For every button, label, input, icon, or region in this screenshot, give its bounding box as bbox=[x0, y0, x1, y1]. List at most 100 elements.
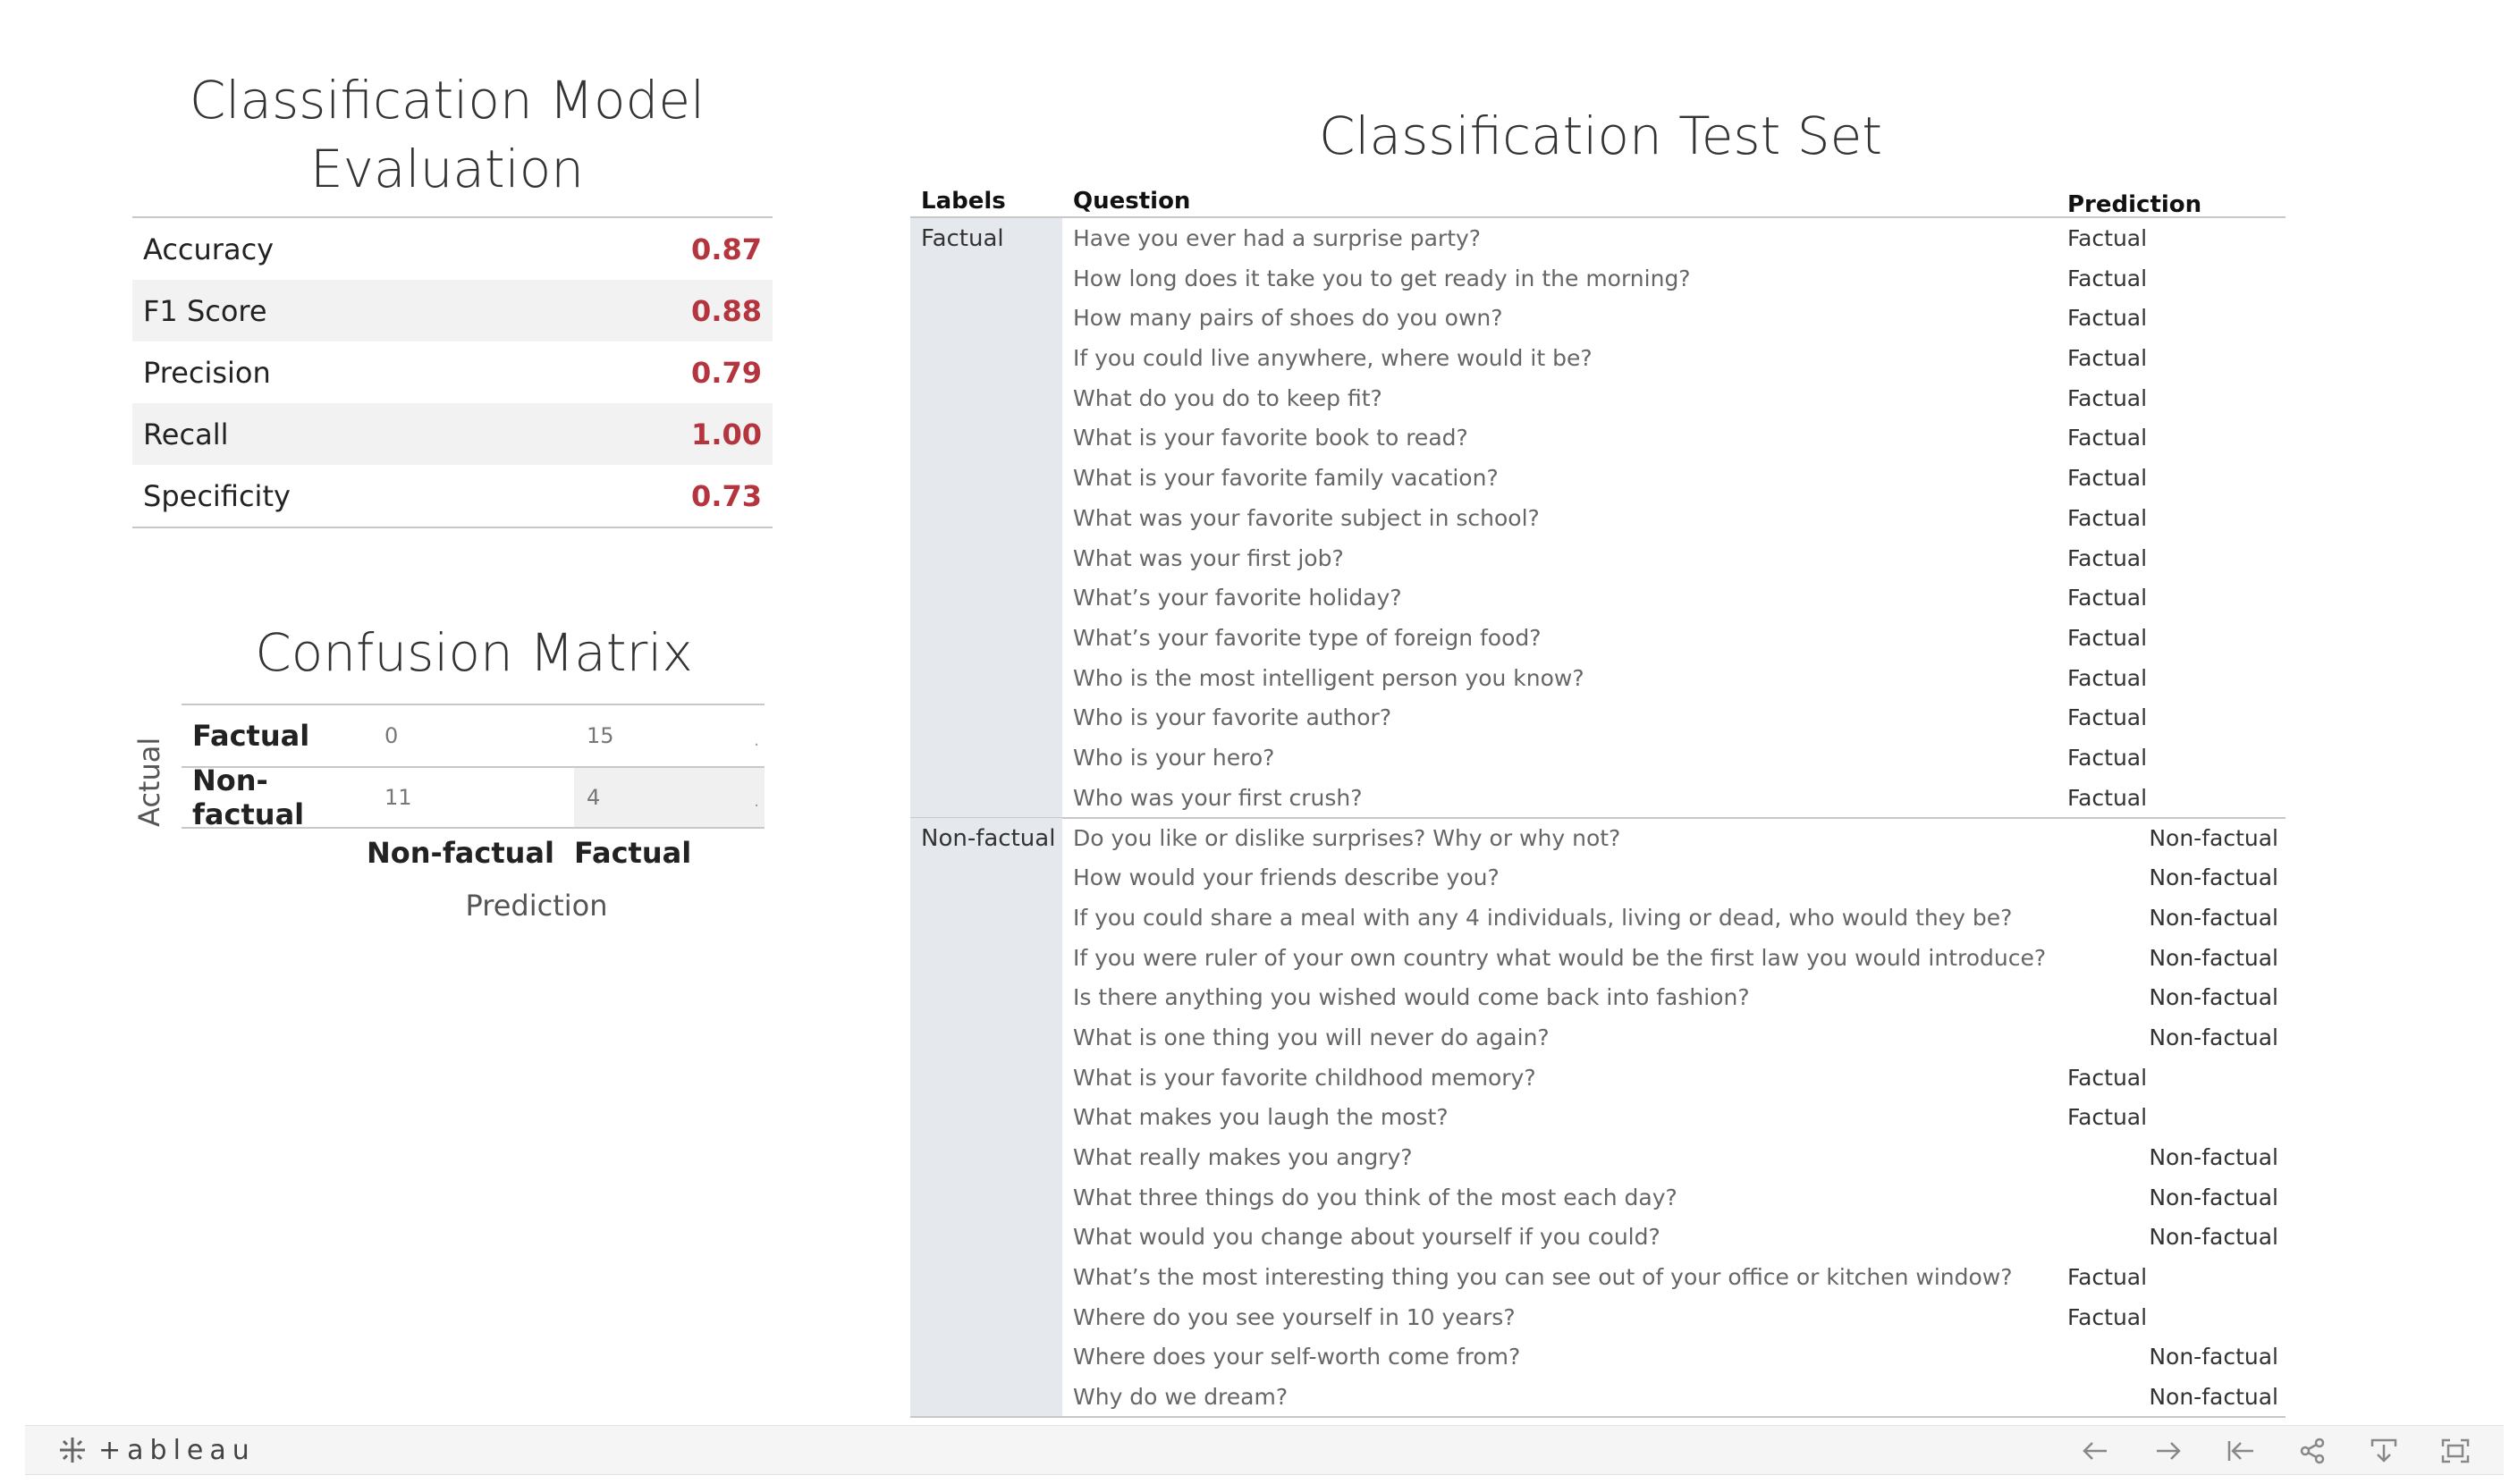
question-text: What’s the most interesting thing you ca… bbox=[1073, 1264, 2013, 1291]
question-text: What is your favorite family vacation? bbox=[1073, 465, 1499, 492]
table-row[interactable]: What is one thing you will never do agai… bbox=[910, 1017, 2286, 1058]
confusion-matrix-cell[interactable]: 15 . bbox=[574, 705, 765, 766]
metric-label: F1 Score bbox=[143, 293, 267, 328]
prediction-text: Factual bbox=[2067, 225, 2148, 251]
confusion-matrix-grid: Factual 0 15 . Non-factual 11 4 . bbox=[182, 704, 765, 831]
share-icon[interactable] bbox=[2294, 1433, 2330, 1469]
undo-icon[interactable] bbox=[2077, 1433, 2113, 1469]
confusion-matrix-title: Confusion Matrix bbox=[255, 622, 693, 683]
prediction-text: Non-factual bbox=[2149, 1184, 2278, 1210]
question-text: Have you ever had a surprise party? bbox=[1073, 225, 1482, 251]
cell-value: 4 bbox=[587, 785, 601, 810]
prediction-text: Non-factual bbox=[2149, 824, 2278, 851]
tableau-logo-text: +ableau bbox=[98, 1434, 256, 1466]
prediction-text: Non-factual bbox=[2149, 944, 2278, 971]
question-text: Who is your hero? bbox=[1073, 744, 1275, 771]
test-set-title: Classification Test Set bbox=[1318, 105, 1883, 166]
redo-icon[interactable] bbox=[2150, 1433, 2186, 1469]
prediction-text: Factual bbox=[2067, 265, 2148, 291]
prediction-text: Non-factual bbox=[2149, 904, 2278, 931]
table-row[interactable]: Do you like or dislike surprises? Why or… bbox=[910, 818, 2286, 858]
table-row[interactable]: Why do we dream? Non-factual bbox=[910, 1377, 2286, 1417]
table-row[interactable]: What is your favorite childhood memory? F… bbox=[910, 1058, 2286, 1098]
prediction-text: Factual bbox=[2067, 1064, 2148, 1091]
table-row[interactable]: How many pairs of shoes do you own? Factu… bbox=[910, 298, 2286, 338]
question-text: Why do we dream? bbox=[1073, 1384, 1289, 1411]
metric-value: 1.00 bbox=[691, 417, 762, 451]
table-row[interactable]: What is your favorite book to read? Factu… bbox=[910, 417, 2286, 458]
question-text: How many pairs of shoes do you own? bbox=[1073, 305, 1503, 332]
table-row[interactable]: How long does it take you to get ready i… bbox=[910, 258, 2286, 299]
prediction-text: Factual bbox=[2067, 465, 2148, 492]
table-row[interactable]: What really makes you angry? Non-factual bbox=[910, 1137, 2286, 1177]
table-row[interactable]: What do you do to keep fit? Factual bbox=[910, 378, 2286, 418]
cell-marker: . bbox=[754, 731, 759, 750]
header-prediction[interactable]: Prediction bbox=[2067, 191, 2201, 218]
question-text: What’s your favorite holiday? bbox=[1073, 585, 1402, 611]
header-labels[interactable]: Labels bbox=[921, 188, 1006, 215]
table-row[interactable]: Where does your self-worth come from? Non… bbox=[910, 1336, 2286, 1377]
question-text: What is your favorite childhood memory? bbox=[1073, 1064, 1536, 1091]
table-row[interactable]: What would you change about yourself if … bbox=[910, 1217, 2286, 1257]
table-row[interactable]: If you were ruler of your own country wh… bbox=[910, 938, 2286, 978]
fullscreen-icon[interactable] bbox=[2438, 1433, 2473, 1469]
table-row[interactable]: Is there anything you wished would come … bbox=[910, 977, 2286, 1017]
table-row[interactable]: If you could live anywhere, where would … bbox=[910, 338, 2286, 378]
confusion-matrix-column-label: Non-factual bbox=[367, 836, 554, 870]
revert-icon[interactable] bbox=[2223, 1433, 2259, 1469]
metric-label: Precision bbox=[143, 355, 271, 390]
confusion-matrix-column-axis-label: Prediction bbox=[465, 889, 608, 923]
table-row[interactable]: What’s the most interesting thing you ca… bbox=[910, 1257, 2286, 1297]
table-row[interactable]: Who is your hero? Factual bbox=[910, 738, 2286, 778]
metric-row-specificity[interactable]: Specificity 0.73 bbox=[132, 465, 773, 527]
question-text: What was your favorite subject in school… bbox=[1073, 504, 1540, 531]
metric-label: Accuracy bbox=[143, 232, 275, 266]
table-row[interactable]: What makes you laugh the most? Factual bbox=[910, 1097, 2286, 1137]
question-text: Who is your favorite author? bbox=[1073, 704, 1392, 731]
metric-value: 0.79 bbox=[691, 355, 762, 390]
confusion-matrix-row: Factual 0 15 . bbox=[182, 705, 765, 766]
table-row[interactable]: How would your friends describe you? Non-… bbox=[910, 857, 2286, 898]
question-text: How would your friends describe you? bbox=[1073, 864, 1500, 891]
tableau-logo[interactable]: +ableau bbox=[55, 1433, 256, 1467]
prediction-text: Factual bbox=[2067, 504, 2148, 531]
metric-row-accuracy[interactable]: Accuracy 0.87 bbox=[132, 218, 773, 280]
table-row[interactable]: Who is the most intelligent person you k… bbox=[910, 658, 2286, 698]
table-row[interactable]: What’s your favorite type of foreign foo… bbox=[910, 618, 2286, 658]
table-row[interactable]: What was your first job? Factual bbox=[910, 538, 2286, 578]
prediction-text: Factual bbox=[2067, 784, 2148, 811]
table-row[interactable]: What three things do you think of the mo… bbox=[910, 1177, 2286, 1218]
prediction-text: Non-factual bbox=[2149, 984, 2278, 1011]
table-row[interactable]: Where do you see yourself in 10 years? Fa… bbox=[910, 1297, 2286, 1337]
prediction-text: Factual bbox=[2067, 305, 2148, 332]
confusion-matrix-row-label: Factual bbox=[192, 719, 310, 753]
table-row[interactable]: What is your favorite family vacation? Fa… bbox=[910, 458, 2286, 498]
metric-row-precision[interactable]: Precision 0.79 bbox=[132, 341, 773, 403]
table-row[interactable]: What was your favorite subject in school… bbox=[910, 498, 2286, 538]
table-row[interactable]: What’s your favorite holiday? Factual bbox=[910, 578, 2286, 618]
question-text: What three things do you think of the mo… bbox=[1073, 1184, 1677, 1210]
confusion-matrix-cell[interactable]: 4 . bbox=[574, 768, 765, 827]
question-text: Who is the most intelligent person you k… bbox=[1073, 664, 1584, 691]
confusion-matrix-row: Non-factual 11 4 . bbox=[182, 763, 765, 831]
confusion-matrix-cell[interactable]: 0 bbox=[372, 705, 574, 766]
table-row[interactable]: Who was your first crush? Factual bbox=[910, 778, 2286, 818]
question-text: Is there anything you wished would come … bbox=[1073, 984, 1750, 1011]
question-text: If you could share a meal with any 4 ind… bbox=[1073, 904, 2013, 931]
metric-row-recall[interactable]: Recall 1.00 bbox=[132, 403, 773, 465]
confusion-matrix-cell[interactable]: 11 bbox=[372, 768, 574, 827]
prediction-text: Non-factual bbox=[2149, 1344, 2278, 1370]
metric-label: Recall bbox=[143, 417, 229, 451]
table-row[interactable]: If you could share a meal with any 4 ind… bbox=[910, 898, 2286, 938]
confusion-matrix-row-axis-label: Actual bbox=[132, 737, 166, 827]
prediction-text: Factual bbox=[2067, 1303, 2148, 1330]
download-icon[interactable] bbox=[2366, 1433, 2402, 1469]
metric-value: 0.73 bbox=[691, 478, 762, 513]
table-row[interactable]: Who is your favorite author? Factual bbox=[910, 697, 2286, 738]
prediction-text: Non-factual bbox=[2149, 1224, 2278, 1251]
question-text: Where does your self-worth come from? bbox=[1073, 1344, 1521, 1370]
header-question[interactable]: Question bbox=[1073, 188, 1190, 215]
prediction-text: Factual bbox=[2067, 1104, 2148, 1131]
table-row[interactable]: Have you ever had a surprise party? Factu… bbox=[910, 218, 2286, 258]
metric-row-f1-score[interactable]: F1 Score 0.88 bbox=[132, 280, 773, 341]
